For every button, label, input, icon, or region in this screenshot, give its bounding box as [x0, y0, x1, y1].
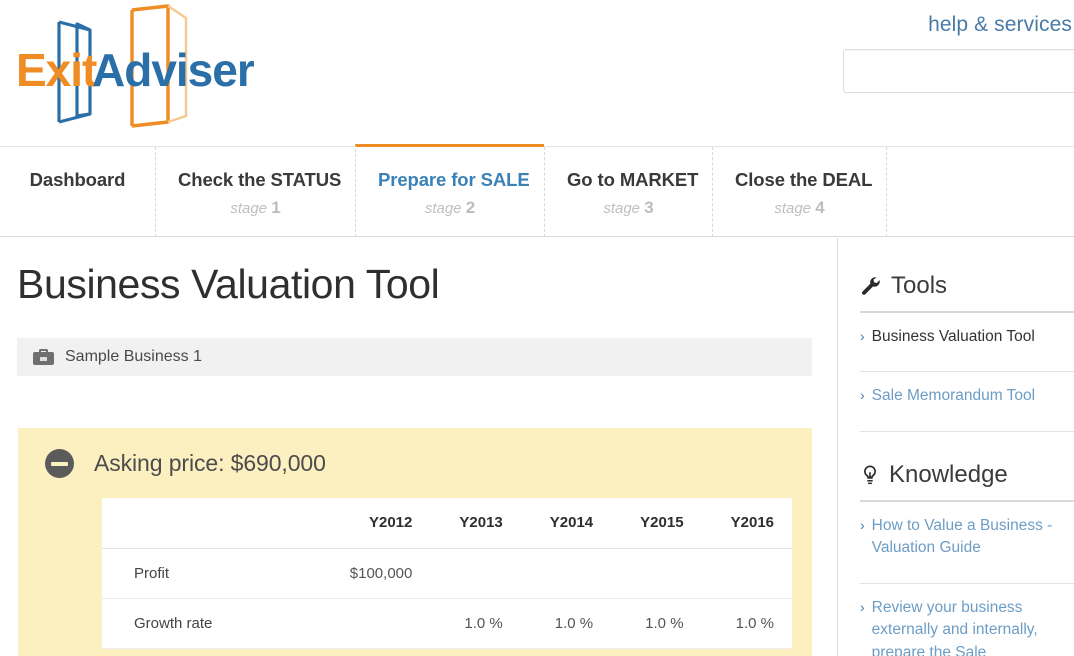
svg-text:Adviser: Adviser [92, 44, 254, 96]
tab-prepare-for-sale[interactable]: Prepare for SALE stage 2 [355, 144, 544, 237]
col-header-y2012: Y2012 [339, 498, 430, 548]
tab-close-the-deal[interactable]: Close the DEAL stage 4 [712, 147, 886, 237]
tab-check-the-status-label: Check the STATUS [178, 169, 333, 191]
sidebar-item-label: Sale Memorandum Tool [872, 385, 1035, 407]
stage-word: stage [425, 200, 462, 217]
exitadviser-logo[interactable]: Exit Adviser [14, 4, 254, 132]
row-label-profit: Profit [102, 548, 339, 598]
stage-number: 1 [271, 198, 280, 217]
tab-dashboard[interactable]: Dashboard [0, 147, 155, 237]
briefcase-icon [33, 349, 54, 365]
knowledge-heading-label: Knowledge [889, 461, 1008, 489]
cell-growth-y2013: 1.0 % [430, 598, 520, 648]
business-name: Sample Business 1 [65, 348, 202, 366]
sidebar-item-sale-memorandum-tool[interactable]: › Sale Memorandum Tool [860, 372, 1074, 419]
chevron-right-icon: › [860, 385, 865, 405]
row-label-growth-rate: Growth rate [102, 598, 339, 648]
tools-heading-label: Tools [891, 272, 947, 300]
sidebar-item-how-to-value-a-business[interactable]: › How to Value a Business - Valuation Gu… [860, 502, 1074, 572]
sidebar-item-label: Review your business externally and inte… [872, 597, 1074, 656]
cell-profit-y2014 [521, 548, 611, 598]
tab-go-to-market[interactable]: Go to MARKET stage 3 [544, 147, 712, 237]
stage-number: 4 [815, 198, 824, 217]
cell-profit-y2013 [430, 548, 520, 598]
stage-number: 2 [466, 198, 475, 217]
cell-growth-y2012 [339, 598, 430, 648]
stage-word: stage [774, 200, 811, 217]
tab-prepare-for-sale-label: Prepare for SALE [378, 169, 522, 191]
tab-prepare-for-sale-stage: stage 2 [378, 198, 522, 218]
col-header-y2016: Y2016 [702, 498, 792, 548]
page-root: Exit Adviser help & services Dashboard C… [0, 0, 1074, 656]
knowledge-section-heading: Knowledge [860, 461, 1074, 489]
minus-circle-icon[interactable] [45, 449, 74, 478]
cell-growth-y2014: 1.0 % [521, 598, 611, 648]
right-sidebar: Tools › Business Valuation Tool › Sale M… [839, 238, 1074, 656]
stage-word: stage [230, 200, 267, 217]
asking-price-header: Asking price: $690,000 [18, 428, 812, 498]
tools-section-heading: Tools [860, 272, 1074, 300]
chevron-right-icon: › [860, 597, 865, 617]
cell-profit-y2016 [702, 548, 792, 598]
chevron-right-icon: › [860, 326, 865, 346]
main-column: Business Valuation Tool Sample Business … [0, 238, 838, 656]
content-area: Business Valuation Tool Sample Business … [0, 238, 1074, 656]
table-header-row: Y2012 Y2013 Y2014 Y2015 Y2016 [102, 498, 792, 548]
sidebar-item-label: How to Value a Business - Valuation Guid… [872, 515, 1074, 560]
business-selector-bar[interactable]: Sample Business 1 [17, 338, 812, 376]
valuation-table: Y2012 Y2013 Y2014 Y2015 Y2016 Profit $10… [102, 498, 792, 649]
tabbar-filler [886, 147, 1074, 237]
cell-profit-y2015 [611, 548, 701, 598]
stage-number: 3 [644, 198, 653, 217]
col-header-y2014: Y2014 [521, 498, 611, 548]
search-input[interactable] [843, 49, 1074, 93]
valuation-table-wrap: Y2012 Y2013 Y2014 Y2015 Y2016 Profit $10… [102, 498, 792, 649]
sidebar-item-business-valuation-tool[interactable]: › Business Valuation Tool [860, 313, 1074, 360]
cell-growth-y2015: 1.0 % [611, 598, 701, 648]
tab-close-the-deal-label: Close the DEAL [735, 169, 864, 191]
tab-go-to-market-stage: stage 3 [567, 198, 690, 218]
tab-go-to-market-label: Go to MARKET [567, 169, 690, 191]
site-header: Exit Adviser help & services [0, 0, 1074, 140]
stage-word: stage [603, 200, 640, 217]
tab-dashboard-label: Dashboard [22, 169, 133, 191]
tab-check-the-status[interactable]: Check the STATUS stage 1 [155, 147, 355, 237]
page-title: Business Valuation Tool [17, 261, 837, 308]
stage-navigation-tabs: Dashboard Check the STATUS stage 1 Prepa… [0, 146, 1074, 237]
help-and-services-link[interactable]: help & services [928, 13, 1072, 37]
col-header-y2013: Y2013 [430, 498, 520, 548]
col-header-y2015: Y2015 [611, 498, 701, 548]
tab-check-the-status-stage: stage 1 [178, 198, 333, 218]
cell-growth-y2016: 1.0 % [702, 598, 792, 648]
table-row: Growth rate 1.0 % 1.0 % 1.0 % 1.0 % [102, 598, 792, 648]
chevron-right-icon: › [860, 515, 865, 535]
col-header-blank [102, 498, 339, 548]
table-row: Profit $100,000 [102, 548, 792, 598]
tab-close-the-deal-stage: stage 4 [735, 198, 864, 218]
lightbulb-icon [860, 464, 880, 486]
asking-price-label: Asking price: $690,000 [94, 450, 326, 477]
valuation-table-body: Profit $100,000 Growth rate 1.0 % 1.0 % [102, 548, 792, 648]
valuation-table-head: Y2012 Y2013 Y2014 Y2015 Y2016 [102, 498, 792, 548]
wrench-icon [860, 275, 882, 297]
cell-profit-y2012: $100,000 [339, 548, 430, 598]
logo-graphic: Exit Adviser [14, 4, 254, 132]
sidebar-item-review-your-business[interactable]: › Review your business externally and in… [860, 584, 1074, 656]
sidebar-item-label: Business Valuation Tool [872, 326, 1035, 348]
svg-text:Exit: Exit [16, 44, 97, 96]
